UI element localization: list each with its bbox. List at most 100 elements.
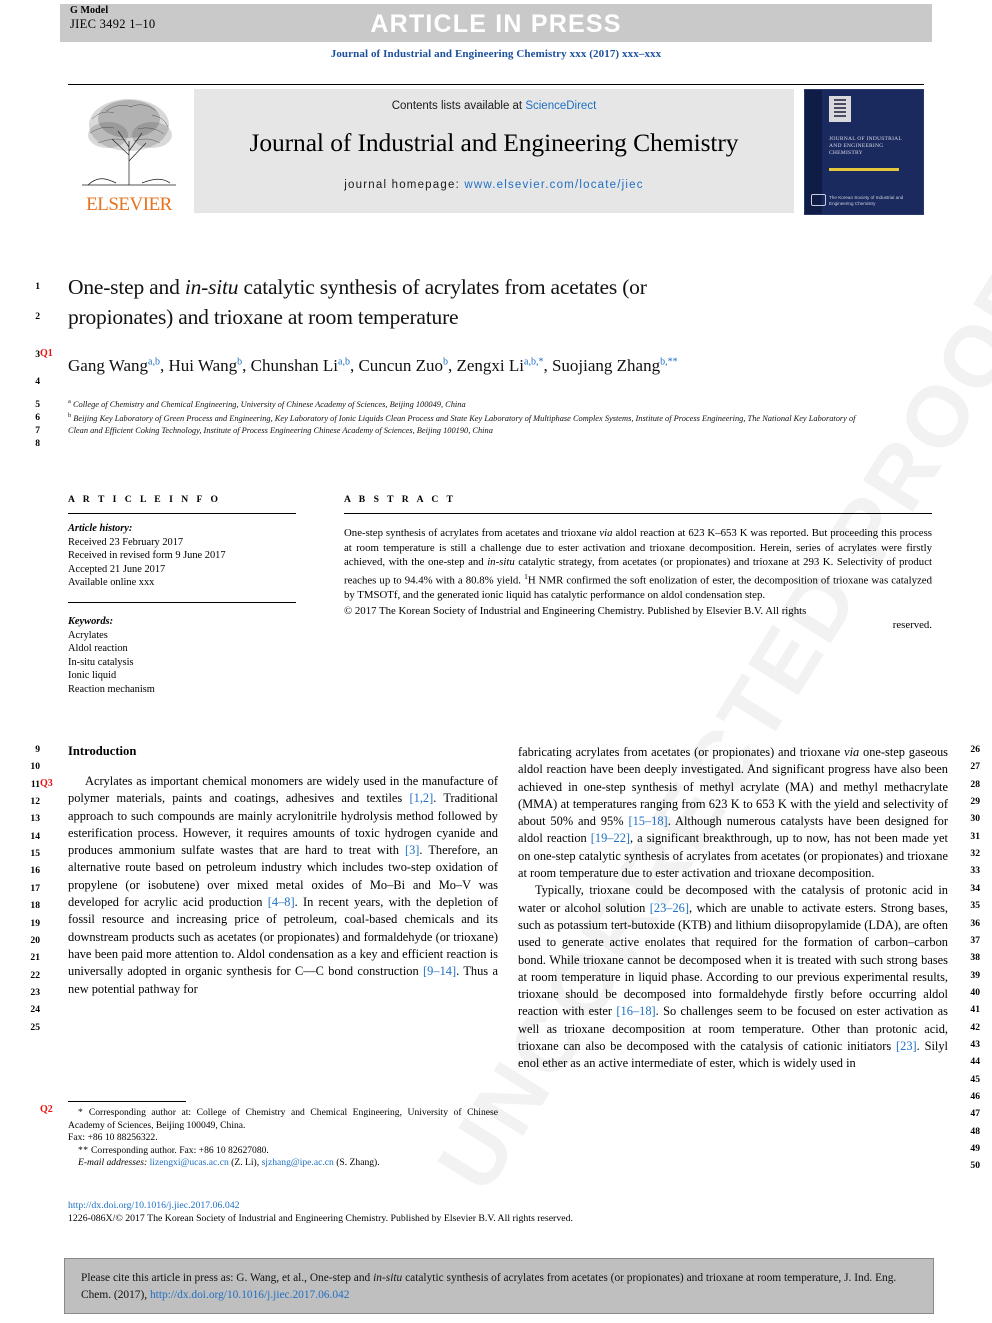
line-number: 23 xyxy=(30,986,40,998)
keyword-item: Reaction mechanism xyxy=(68,683,155,695)
section-heading-introduction: Introduction xyxy=(68,744,137,758)
line-number: 49 xyxy=(970,1143,980,1155)
footnote-block: * Corresponding author at: College of Ch… xyxy=(68,1101,498,1170)
author-item[interactable]: Cuncun Zuob, xyxy=(358,356,456,375)
journal-reference-line: Journal of Industrial and Engineering Ch… xyxy=(330,48,662,60)
citation-reference[interactable]: [23–26] xyxy=(650,901,689,915)
history-item: Accepted 21 June 2017 xyxy=(68,563,166,575)
author-affil-marker: a,b xyxy=(148,356,160,367)
emphasis: via xyxy=(844,745,860,759)
email-link-2[interactable]: sjzhang@ipe.ac.cn xyxy=(262,1157,334,1168)
citation-reference[interactable]: [9–14] xyxy=(423,964,456,978)
email-owner-2: (S. Zhang). xyxy=(336,1157,380,1169)
keyword-item: Acrylates xyxy=(68,629,108,641)
author-name: Chunshan Li xyxy=(250,355,338,375)
line-number: 6 xyxy=(35,412,40,423)
line-number: 18 xyxy=(30,900,40,912)
line-number: 32 xyxy=(970,848,980,860)
masthead-center-panel: Contents lists available at ScienceDirec… xyxy=(194,89,794,213)
affiliation-marker: a xyxy=(68,398,71,405)
g-model-label: G Model xyxy=(70,5,109,16)
article-proof-page: UNCORRECTED PROOF ARTICLE IN PRESS G Mod… xyxy=(0,0,992,1323)
line-number: 17 xyxy=(30,882,40,894)
journal-title: Journal of Industrial and Engineering Ch… xyxy=(249,128,739,157)
line-number: 34 xyxy=(970,882,980,894)
affiliation-text: College of Chemistry and Chemical Engine… xyxy=(72,399,466,409)
line-number: 24 xyxy=(30,1004,40,1016)
affiliation-marker: b xyxy=(68,412,72,420)
email-link-1[interactable]: lizengxi@ucas.ac.cn xyxy=(150,1157,229,1168)
line-number: 30 xyxy=(970,813,980,825)
author-name: Cuncun Zuo xyxy=(358,355,443,375)
footnote-emails: E-mail addresses: lizengxi@ucas.ac.cn (Z… xyxy=(68,1157,498,1170)
cite-doi-link[interactable]: http://dx.doi.org/10.1016/j.jiec.2017.06… xyxy=(150,1289,349,1301)
author-item[interactable]: Gang Wanga,b, xyxy=(68,356,168,375)
text-run: fabricating acrylates from acetates (or … xyxy=(518,745,845,759)
cover-mini-logo-icon xyxy=(829,96,851,122)
text-run: , which are unable to activate esters. S… xyxy=(518,900,948,1019)
homepage-prefix: journal homepage: xyxy=(344,179,465,191)
citation-reference[interactable]: [23] xyxy=(896,1039,917,1053)
paragraph: fabricating acrylates from acetates (or … xyxy=(518,744,948,882)
article-info-panel: A R T I C L E I N F O Article history: R… xyxy=(68,494,296,697)
line-number: 46 xyxy=(970,1091,980,1102)
citation-reference[interactable]: [16–18] xyxy=(616,1004,655,1018)
line-number: 35 xyxy=(970,900,980,912)
line-number: 14 xyxy=(30,830,40,842)
author-name: Suojiang Zhang xyxy=(551,355,661,375)
abstract-panel: A B S T R A C T One-step synthesis of ac… xyxy=(344,494,932,633)
line-number: 36 xyxy=(970,917,980,929)
article-info-rule xyxy=(68,513,296,514)
author-item[interactable]: Zengxi Lia,b,*, xyxy=(456,356,547,375)
abstract-copyright-text: © 2017 The Korean Society of Industrial … xyxy=(344,604,807,617)
line-number: 1 xyxy=(35,281,40,292)
line-number: 45 xyxy=(970,1073,980,1085)
doi-copyright-block: http://dx.doi.org/10.1016/j.jiec.2017.06… xyxy=(68,1199,768,1226)
history-item: Available online xxx xyxy=(68,577,155,589)
sciencedirect-link[interactable]: ScienceDirect xyxy=(525,100,596,112)
manuscript-id: JIEC 3492 1–10 xyxy=(70,16,156,31)
title-and-authors: One-step and in-situ catalytic synthesis… xyxy=(68,272,708,379)
keyword-item: Ionic liquid xyxy=(68,670,117,682)
line-number: 31 xyxy=(970,830,980,842)
paragraph: Typically, trioxane could be decomposed … xyxy=(518,882,948,1072)
elsevier-logo: ELSEVIER xyxy=(68,89,190,215)
query-marker[interactable]: Q2 xyxy=(40,1104,53,1115)
cite-prefix: Please cite this article in press as: G.… xyxy=(81,1272,374,1284)
citation-reference[interactable]: [15–18] xyxy=(628,814,667,828)
contents-prefix: Contents lists available at xyxy=(391,100,526,112)
cover-society-icon xyxy=(811,194,826,206)
line-number: 40 xyxy=(970,986,980,998)
query-marker[interactable]: Q1 xyxy=(40,348,53,359)
elsevier-tree-icon xyxy=(82,99,176,186)
author-item[interactable]: Hui Wangb, xyxy=(168,356,250,375)
line-number: 11 xyxy=(30,778,40,790)
keywords-rule xyxy=(68,601,296,603)
footnote-text: Corresponding author. Fax: +86 10 826270… xyxy=(91,1144,269,1156)
elsevier-wordmark: ELSEVIER xyxy=(86,194,172,215)
title-part-b: catalytic synthesis of acrylates from ac… xyxy=(238,275,618,299)
query-marker[interactable]: Q3 xyxy=(40,778,53,789)
line-number: 19 xyxy=(30,917,40,929)
line-number: 27 xyxy=(970,761,980,773)
cover-accent-rule xyxy=(829,168,899,171)
abstract-part-1: One-step synthesis of acrylates from ace… xyxy=(344,527,600,539)
abstract-copyright: © 2017 The Korean Society of Industrial … xyxy=(344,604,932,633)
line-number: 9 xyxy=(35,744,40,755)
citation-reference[interactable]: [4–8] xyxy=(268,895,295,909)
line-number: 12 xyxy=(30,796,40,808)
history-item: Received in revised form 9 June 2017 xyxy=(68,550,226,562)
citation-reference[interactable]: [19–22] xyxy=(591,831,630,845)
line-number: 5 xyxy=(35,399,40,410)
line-number: 3 xyxy=(35,349,40,360)
line-number: 39 xyxy=(970,969,980,981)
doi-link[interactable]: http://dx.doi.org/10.1016/j.jiec.2017.06… xyxy=(68,1199,768,1212)
journal-homepage-link[interactable]: www.elsevier.com/locate/jiec xyxy=(464,179,643,191)
citation-reference[interactable]: [3] xyxy=(405,843,419,857)
article-in-press-banner: ARTICLE IN PRESS xyxy=(60,4,932,42)
author-item[interactable]: Suojiang Zhangb,** xyxy=(552,356,678,375)
keyword-item: Aldol reaction xyxy=(68,643,128,655)
citation-reference[interactable]: [1,2] xyxy=(410,791,434,805)
line-number: 33 xyxy=(970,865,980,877)
author-item[interactable]: Chunshan Lia,b, xyxy=(251,356,359,375)
